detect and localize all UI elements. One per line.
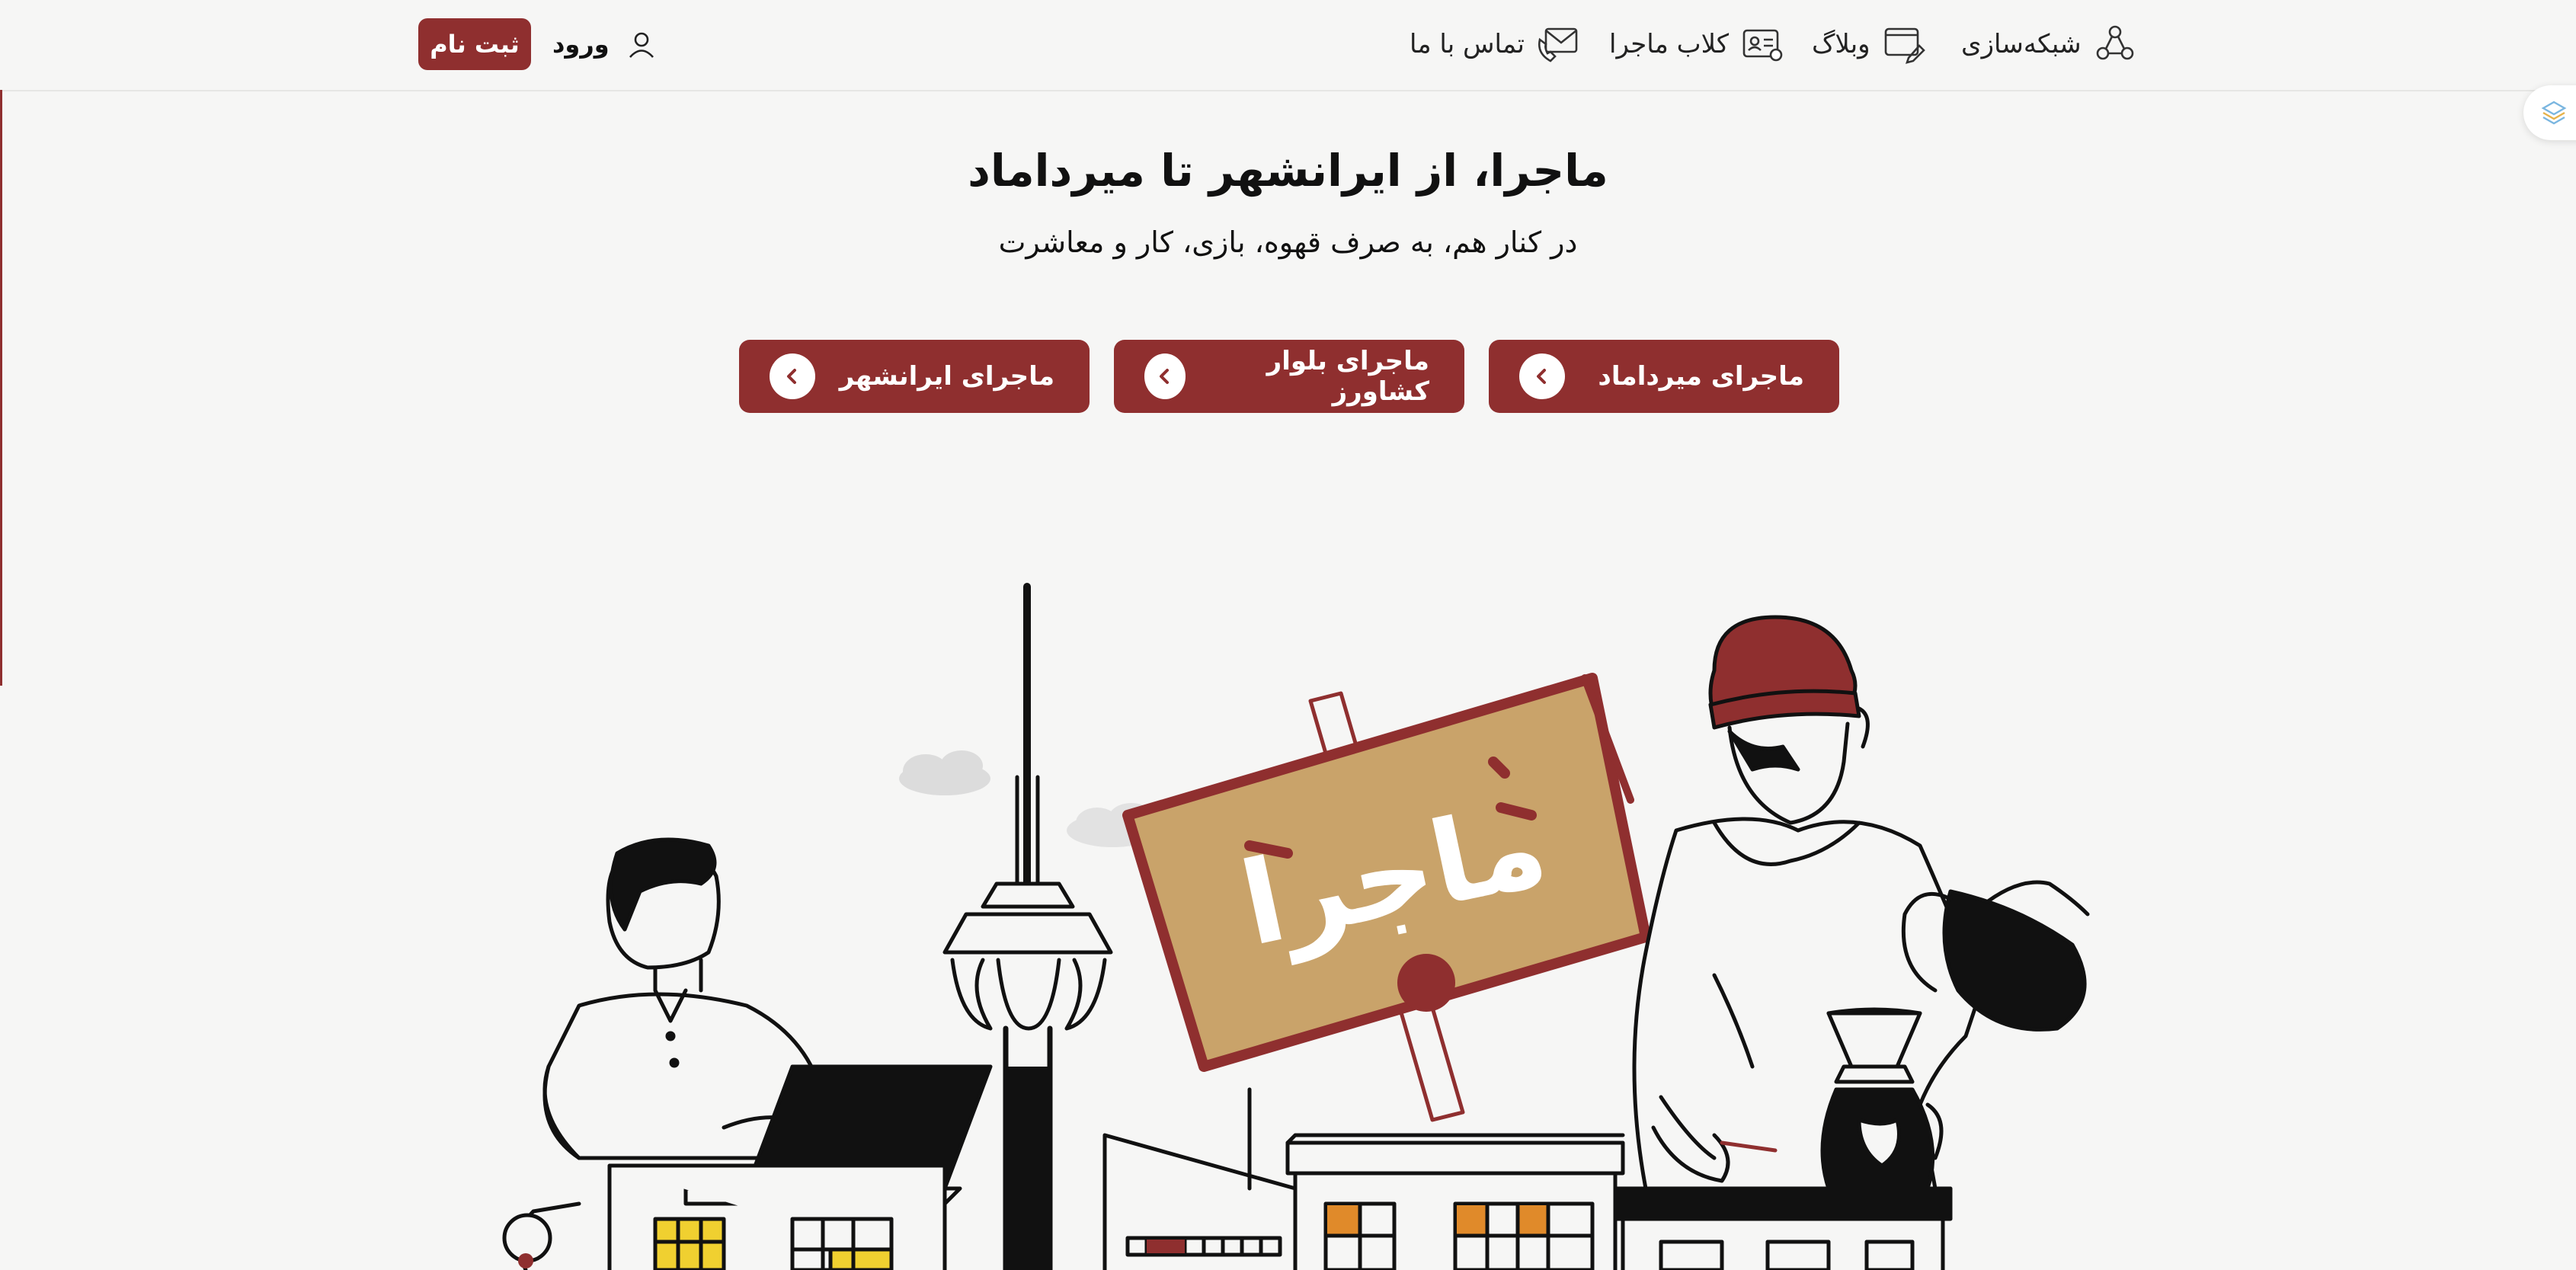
blog-icon (1884, 27, 1925, 64)
nav-club[interactable]: کلاب ماجرا (1609, 21, 1785, 67)
login-link[interactable]: ورود (552, 21, 657, 67)
nav-blog-label: وبلاگ (1812, 29, 1870, 59)
hero-illustration: ماجرا (502, 583, 2090, 1270)
chevron-left-icon (1144, 353, 1186, 399)
side-widget-button[interactable] (2523, 85, 2576, 140)
nav-contact[interactable]: تماس با ما (1410, 21, 1581, 67)
branch-label: ماجرای میرداماد (1598, 361, 1804, 392)
chevron-left-icon (770, 353, 815, 399)
signup-label: ثبت نام (430, 30, 520, 59)
branch-button-mirdamad[interactable]: ماجرای میرداماد (1489, 340, 1839, 413)
nav-club-label: کلاب ماجرا (1609, 29, 1730, 59)
branch-label: ماجرای بلوار کشاورز (1266, 346, 1429, 407)
user-icon (629, 32, 654, 58)
branch-label: ماجرای ایرانشهر (839, 361, 1054, 392)
cloud-left (899, 750, 990, 795)
chevron-left-icon (1519, 353, 1565, 399)
club-card-icon (1742, 29, 1783, 62)
milad-tower (942, 583, 1113, 1270)
login-label: ورود (552, 30, 610, 59)
hero-title: ماجرا، از ایرانشهر تا میرداماد (968, 145, 1608, 197)
nav-networking-label: شبکه‌سازی (1961, 29, 2082, 59)
network-icon (2096, 25, 2133, 60)
nav-contact-label: تماس با ما (1410, 29, 1525, 59)
building-center (1102, 1087, 1625, 1270)
branch-button-keshavarz[interactable]: ماجرای بلوار کشاورز (1114, 340, 1464, 413)
signup-button[interactable]: ثبت نام (418, 18, 531, 70)
site-header: شبکه‌سازی وبلاگ کلاب ماجرا تماس با ما ور… (0, 0, 2576, 91)
phone-mail-icon (1538, 27, 1578, 62)
nav-blog[interactable]: وبلاگ (1812, 21, 1927, 67)
hero-subtitle: در کنار هم، به صرف قهوه، بازی، کار و معا… (998, 226, 1578, 259)
nav-networking[interactable]: شبکه‌سازی (1961, 21, 2138, 67)
building-left (607, 1163, 947, 1270)
barista-figure (1613, 615, 2090, 1270)
branch-button-iranshahr[interactable]: ماجرای ایرانشهر (739, 340, 1090, 413)
brand-sign-board: ماجرا (1122, 673, 1651, 1122)
layers-icon (2541, 101, 2567, 125)
